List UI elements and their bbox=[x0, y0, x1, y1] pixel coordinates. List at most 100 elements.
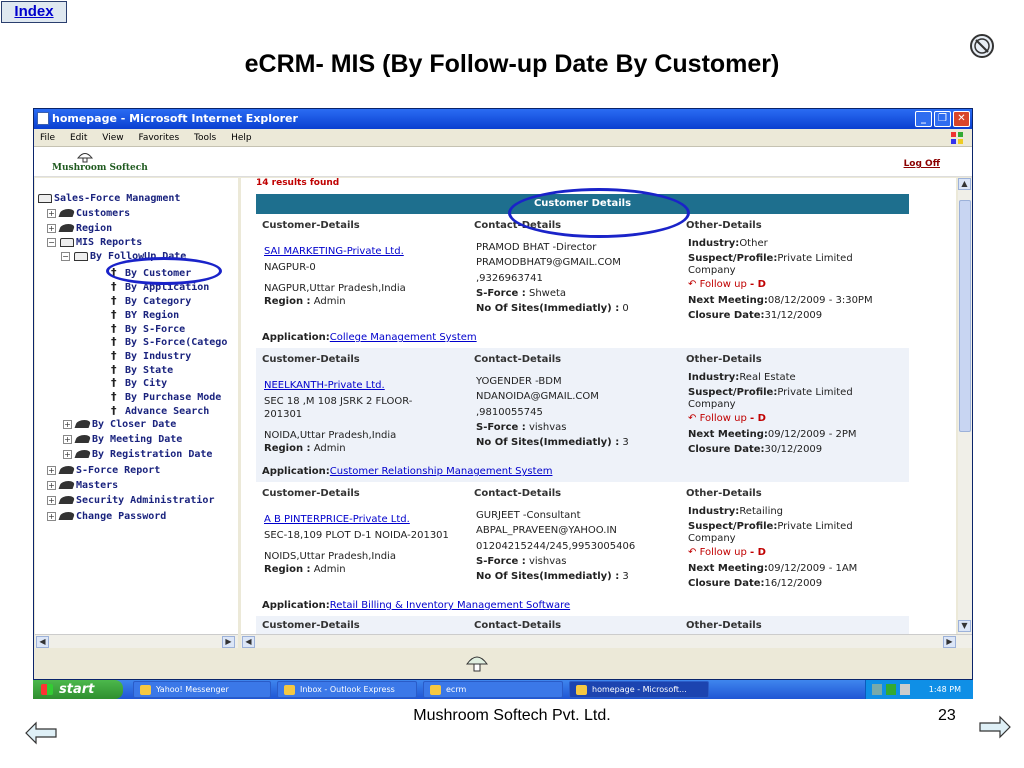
tree-item-customers[interactable]: + Customers bbox=[47, 208, 130, 219]
tree-item-by-state[interactable]: † By State bbox=[111, 363, 173, 376]
other-suspect-cont: Company bbox=[688, 533, 736, 544]
tree-item-change-password[interactable]: + Change Password bbox=[47, 511, 166, 522]
tree-item-by-category[interactable]: † By Category bbox=[111, 294, 191, 307]
tree-item-masters[interactable]: + Masters bbox=[47, 480, 118, 491]
previous-arrow-icon[interactable] bbox=[24, 718, 58, 748]
application-label: Application: bbox=[262, 466, 330, 477]
footer-company: Mushroom Softech Pvt. Ltd. bbox=[413, 707, 611, 724]
customer-record: Customer-Details Contact-Details Other-Det… bbox=[256, 348, 909, 482]
expand-icon[interactable]: + bbox=[47, 208, 56, 218]
tree-item-by-meeting-date[interactable]: + By Meeting Date bbox=[63, 434, 182, 445]
tree-item-label: By Customer bbox=[125, 268, 192, 279]
application-link[interactable]: College Management System bbox=[330, 332, 477, 343]
tree-item-by-s-force[interactable]: † By S-Force bbox=[111, 322, 185, 335]
tree-item-by-application[interactable]: † By Application bbox=[111, 280, 209, 293]
scroll-thumb[interactable] bbox=[959, 200, 971, 432]
followup-label: Follow up bbox=[699, 547, 747, 558]
tree-item-by-customer[interactable]: † By Customer bbox=[111, 266, 191, 279]
tree-item-mis-reports[interactable]: − MIS Reports bbox=[47, 237, 142, 248]
suspect-label: Suspect/Profile: bbox=[688, 253, 778, 264]
sites-label: No Of Sites(Immediatly) : bbox=[476, 303, 620, 314]
restore-button[interactable]: ❐ bbox=[934, 111, 951, 127]
tree-item-region[interactable]: + Region bbox=[47, 223, 112, 234]
minimize-button[interactable]: _ bbox=[915, 111, 932, 127]
collapse-icon[interactable]: − bbox=[47, 237, 56, 247]
folder-icon bbox=[430, 685, 441, 695]
menu-tools[interactable]: Tools bbox=[194, 133, 216, 143]
tree-item-by-followup-date[interactable]: − By FollowUp Date bbox=[61, 251, 186, 262]
followup-link[interactable]: ↶ Follow up - D bbox=[688, 278, 766, 291]
expand-icon[interactable]: + bbox=[47, 223, 56, 233]
menu-view[interactable]: View bbox=[102, 133, 123, 143]
scroll-up-arrow[interactable]: ▲ bbox=[958, 178, 971, 190]
tree-horizontal-scrollbar[interactable]: ◀ ▶ bbox=[35, 634, 238, 648]
leaf-node-icon: † bbox=[111, 349, 117, 362]
customer-name-link[interactable]: SAI MARKETING-Private Ltd. bbox=[264, 245, 404, 258]
collapse-icon[interactable]: − bbox=[61, 251, 70, 261]
tree-item-advance-search[interactable]: † Advance Search bbox=[111, 404, 209, 417]
contact-person: PRAMOD BHAT -Director bbox=[476, 242, 597, 253]
closure-label: Closure Date: bbox=[688, 310, 765, 321]
next-meeting: Next Meeting:08/12/2009 - 3:30PM bbox=[688, 294, 873, 307]
tree-item-label: By City bbox=[125, 378, 168, 389]
leaf-node-icon: † bbox=[111, 363, 117, 376]
expand-icon[interactable]: + bbox=[47, 511, 56, 521]
tree-item-by-city[interactable]: † By City bbox=[111, 376, 167, 389]
book-icon bbox=[74, 251, 88, 261]
tree-item-by-registration-date[interactable]: + By Registration Date bbox=[63, 449, 212, 460]
tree-item-security-administratior[interactable]: + Security Administratior bbox=[47, 495, 214, 506]
expand-icon[interactable]: + bbox=[47, 495, 56, 505]
tree-item-by-s-force-catego[interactable]: † By S-Force(Catego bbox=[111, 335, 227, 348]
application-row: Application:College Management System bbox=[262, 331, 477, 344]
logoff-link[interactable]: Log Off bbox=[904, 159, 940, 169]
tree-item-by-purchase-mode[interactable]: † By Purchase Mode bbox=[111, 390, 221, 403]
task-yahoo-messenger[interactable]: Yahoo! Messenger bbox=[133, 681, 271, 698]
followup-link[interactable]: ↶ Follow up - D bbox=[688, 546, 766, 559]
closure-date: Closure Date:16/12/2009 bbox=[688, 577, 822, 590]
next-meeting-value: 09/12/2009 - 2PM bbox=[767, 429, 857, 440]
menu-favorites[interactable]: Favorites bbox=[138, 133, 179, 143]
tree-item-label: Masters bbox=[76, 480, 119, 491]
expand-icon[interactable]: + bbox=[47, 480, 56, 490]
next-arrow-icon[interactable] bbox=[978, 712, 1012, 742]
start-button[interactable]: start bbox=[33, 680, 123, 699]
expand-icon[interactable]: + bbox=[63, 419, 72, 429]
customer-name-link[interactable]: NEELKANTH-Private Ltd. bbox=[264, 379, 385, 392]
main-scroll-left-arrow[interactable]: ◀ bbox=[242, 636, 255, 648]
menu-file[interactable]: File bbox=[40, 133, 55, 143]
tree-item-by-closer-date[interactable]: + By Closer Date bbox=[63, 419, 176, 430]
tree-item-s-force-report[interactable]: + S-Force Report bbox=[47, 465, 160, 476]
tree-item-sales-force-managment[interactable]: −Sales-Force Managment bbox=[35, 193, 180, 204]
tray-icons[interactable] bbox=[872, 684, 916, 695]
task-internet-explorer[interactable]: homepage - Microsoft... bbox=[569, 681, 709, 698]
tree-item-by-region[interactable]: † BY Region bbox=[111, 308, 179, 321]
main-horizontal-scrollbar[interactable]: ◀ ▶ bbox=[241, 634, 972, 648]
leaf-node-icon: † bbox=[111, 376, 117, 389]
application-link[interactable]: Retail Billing & Inventory Management So… bbox=[330, 600, 570, 611]
followup-link[interactable]: ↶ Follow up - D bbox=[688, 412, 766, 425]
index-link[interactable]: Index bbox=[1, 1, 67, 23]
scroll-right-arrow[interactable]: ▶ bbox=[222, 636, 235, 648]
customer-details-header: Customer Details bbox=[256, 194, 909, 214]
customer-name-link[interactable]: A B PINTERPRICE-Private Ltd. bbox=[264, 513, 410, 526]
menu-help[interactable]: Help bbox=[231, 133, 252, 143]
scroll-left-arrow[interactable]: ◀ bbox=[36, 636, 49, 648]
task-ecrm-folder[interactable]: ecrm bbox=[423, 681, 563, 698]
expand-icon[interactable]: + bbox=[63, 449, 72, 459]
scroll-down-arrow[interactable]: ▼ bbox=[958, 620, 971, 632]
application-link[interactable]: Customer Relationship Management System bbox=[330, 466, 553, 477]
menu-edit[interactable]: Edit bbox=[70, 133, 87, 143]
contact-phone: ,9326963741 bbox=[476, 273, 543, 284]
closure-label: Closure Date: bbox=[688, 578, 765, 589]
main-scroll-right-arrow[interactable]: ▶ bbox=[943, 636, 956, 648]
prohibited-icon[interactable] bbox=[968, 32, 996, 60]
close-button[interactable]: ✕ bbox=[953, 111, 970, 127]
expand-icon[interactable]: + bbox=[63, 434, 72, 444]
expand-icon[interactable]: + bbox=[47, 465, 56, 475]
task-outlook-express[interactable]: Inbox - Outlook Express bbox=[277, 681, 417, 698]
tree-item-by-industry[interactable]: † By Industry bbox=[111, 349, 191, 362]
col-customer-details: Customer-Details bbox=[262, 620, 360, 631]
sforce-label: S-Force : bbox=[476, 556, 526, 567]
col-customer-details: Customer-Details bbox=[262, 220, 360, 231]
vertical-scrollbar[interactable]: ▲ ▼ bbox=[958, 178, 972, 634]
